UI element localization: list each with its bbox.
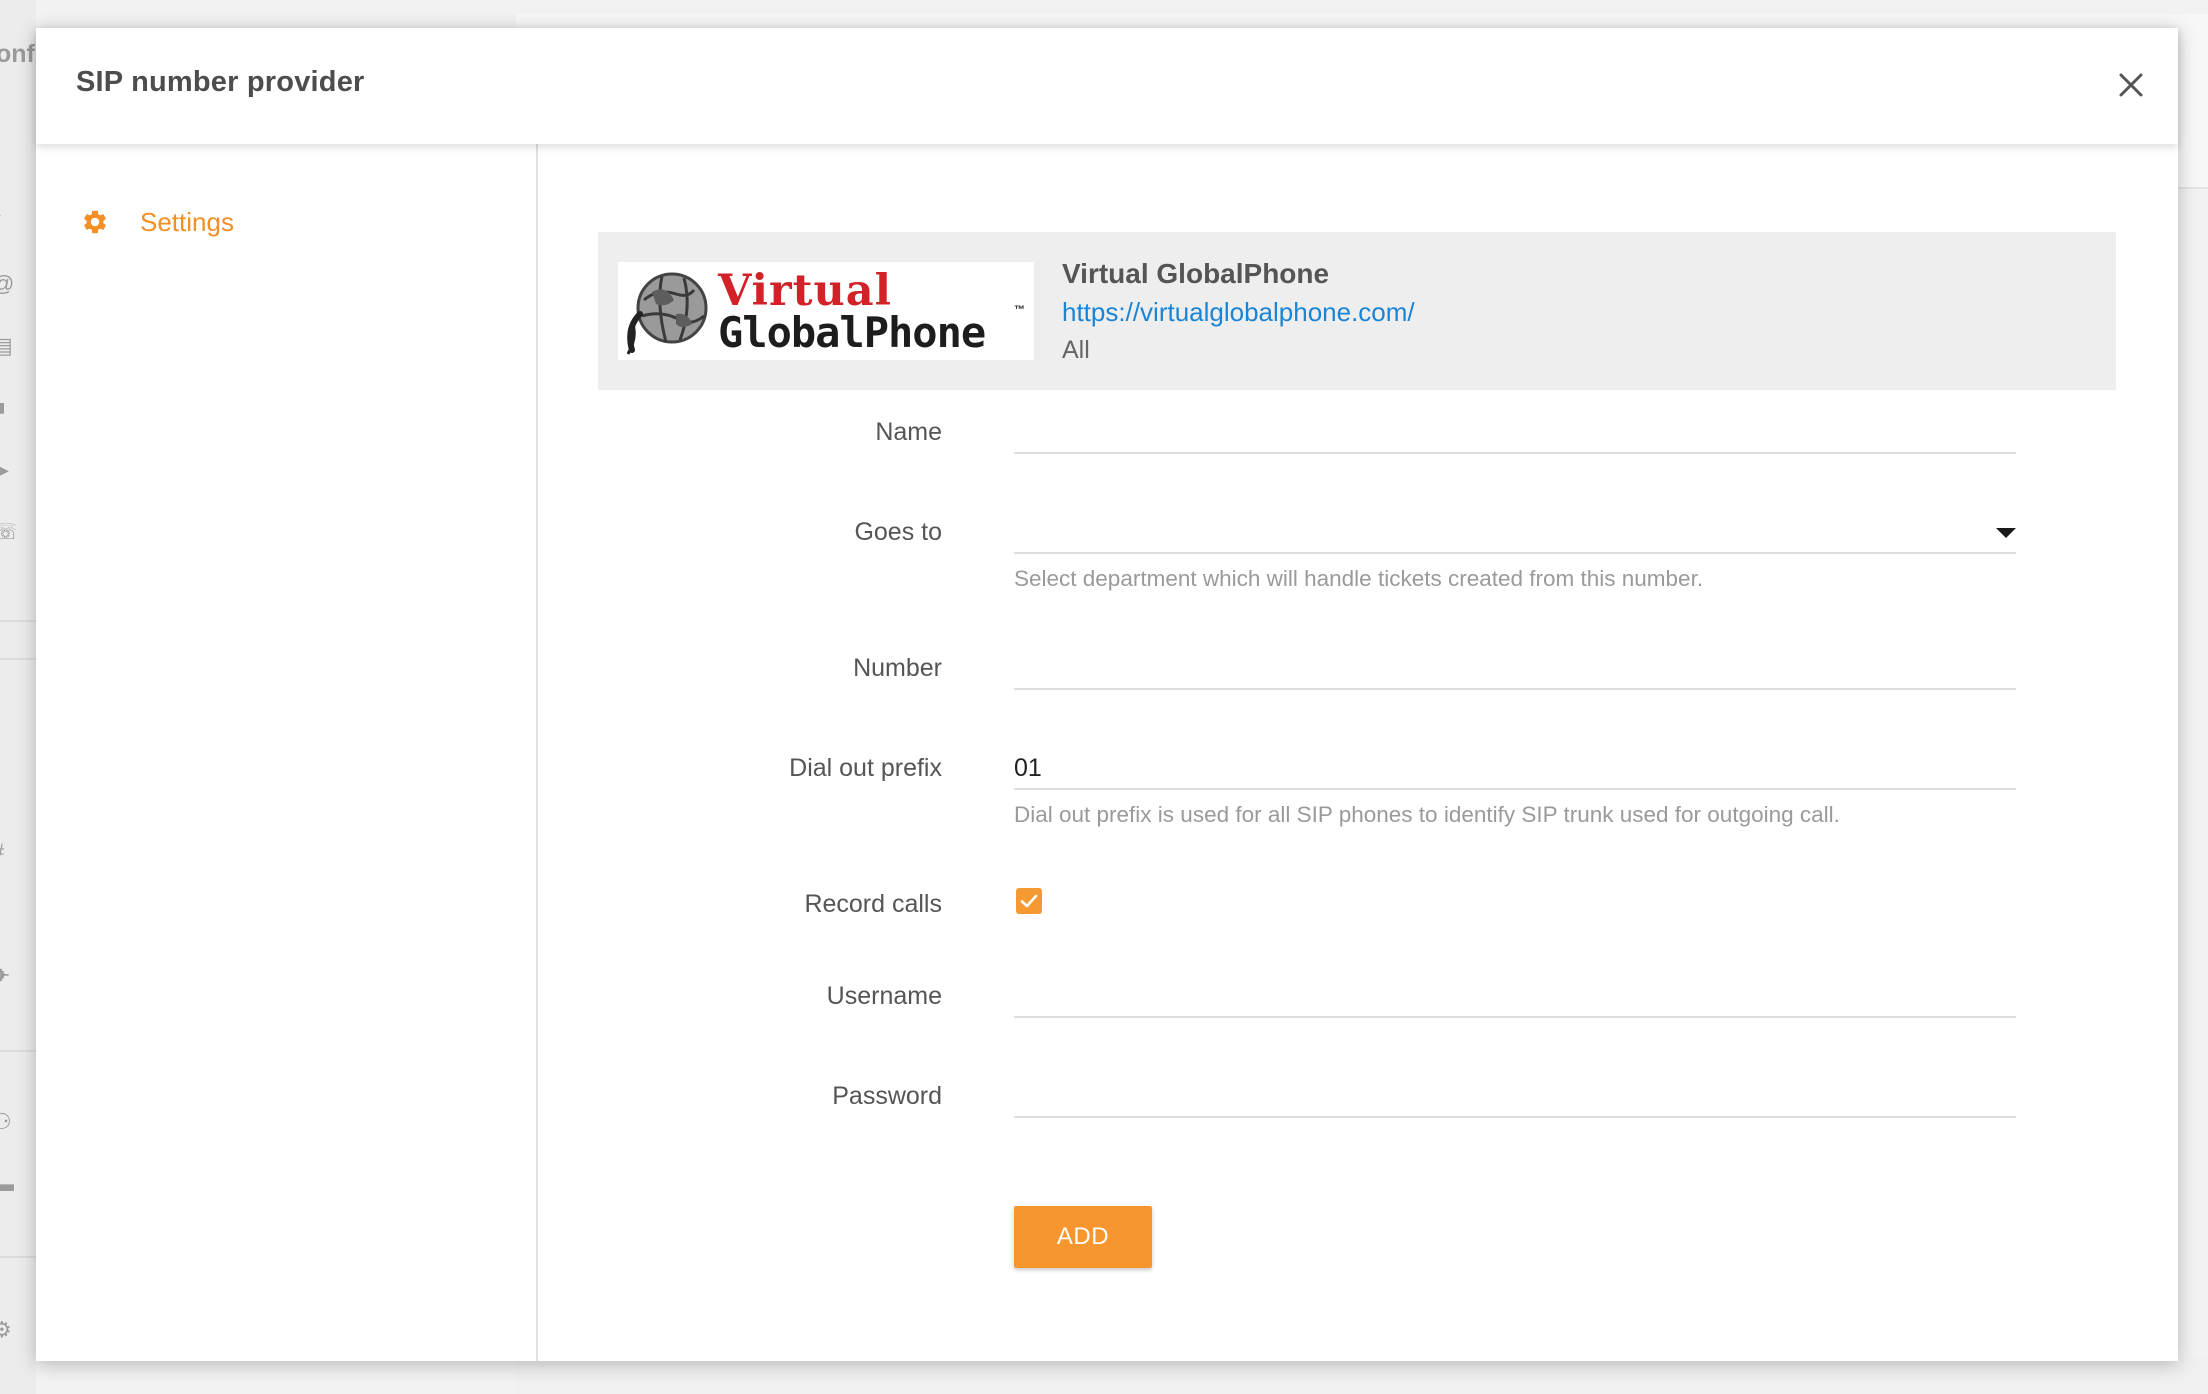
provider-name: Virtual GlobalPhone [1062,258,1330,289]
twitter-icon[interactable]: ✈ [0,964,16,988]
modal-sidebar: Settings [36,144,538,1361]
background-footer [516,1358,2208,1394]
slack-icon[interactable]: # [0,840,16,864]
goes-to-select[interactable] [1014,508,2016,554]
globe-phone-icon [626,272,708,355]
logo-text-globalphone: GlobalPhone [718,308,986,357]
provider-scope: All [1062,336,1090,364]
username-field[interactable] [1014,972,2016,1018]
background-left-nav: onfi ‹ ◜ @ ▤ ■ ▶ ☏ # f ✈ ⚇ ▬ ⚙ [0,0,42,1394]
dial-out-prefix-label: Dial out prefix [789,754,942,782]
close-button[interactable] [2108,62,2154,108]
phone-icon[interactable]: ☏ [0,520,16,544]
password-field[interactable] [1014,1072,2016,1118]
video-icon[interactable]: ▶ [0,458,16,482]
sidebar-item-settings[interactable]: Settings [80,202,234,242]
password-label: Password [832,1082,942,1110]
article-icon[interactable]: ▤ [0,334,16,358]
gear-icon [80,207,110,237]
dial-out-prefix-field[interactable] [1014,744,2016,790]
goes-to-label: Goes to [854,518,942,546]
dropdown-caret-icon [1996,528,2016,538]
provider-info: Virtual GlobalPhone https://virtualgloba… [1062,256,1415,368]
record-calls-label: Record calls [804,890,942,918]
chat-icon[interactable]: ■ [0,396,16,420]
checkmark-icon [1020,894,1038,908]
provider-card: Virtual GlobalPhone ™ Virtual GlobalPhon… [598,232,2116,390]
divider [0,1050,36,1052]
at-sign-icon[interactable]: @ [0,272,16,296]
number-label: Number [853,654,942,682]
provider-logo: Virtual GlobalPhone ™ [618,262,1034,360]
record-calls-checkbox[interactable] [1016,888,1042,914]
divider [0,620,36,622]
sidebar-item-label: Settings [140,206,234,237]
people-icon[interactable]: ⚇ [0,1110,16,1134]
add-button[interactable]: ADD [1014,1206,1152,1268]
sip-provider-modal: SIP number provider Settings Virtual Glo… [36,28,2178,1361]
chevron-left-icon[interactable]: ‹ [0,110,16,134]
goes-to-hint: Select department which will handle tick… [1014,566,1704,591]
name-field[interactable] [1014,408,2016,454]
modal-header: SIP number provider [36,28,2178,144]
number-field[interactable] [1014,644,2016,690]
divider [0,1256,36,1258]
modal-title: SIP number provider [76,66,365,98]
rss-icon[interactable]: ◜ [0,210,16,234]
logo-trademark: ™ [1014,304,1025,316]
folder-icon[interactable]: ▬ [0,1172,16,1196]
modal-content: Virtual GlobalPhone ™ Virtual GlobalPhon… [540,144,2178,1361]
provider-url-link[interactable]: https://virtualglobalphone.com/ [1062,292,1415,332]
close-icon [2119,73,2143,97]
dial-out-prefix-hint: Dial out prefix is used for all SIP phon… [1014,802,1840,827]
settings-gear-icon[interactable]: ⚙ [0,1318,16,1342]
username-label: Username [826,982,942,1010]
divider [0,658,36,660]
name-label: Name [875,418,942,446]
facebook-icon[interactable]: f [0,902,16,926]
